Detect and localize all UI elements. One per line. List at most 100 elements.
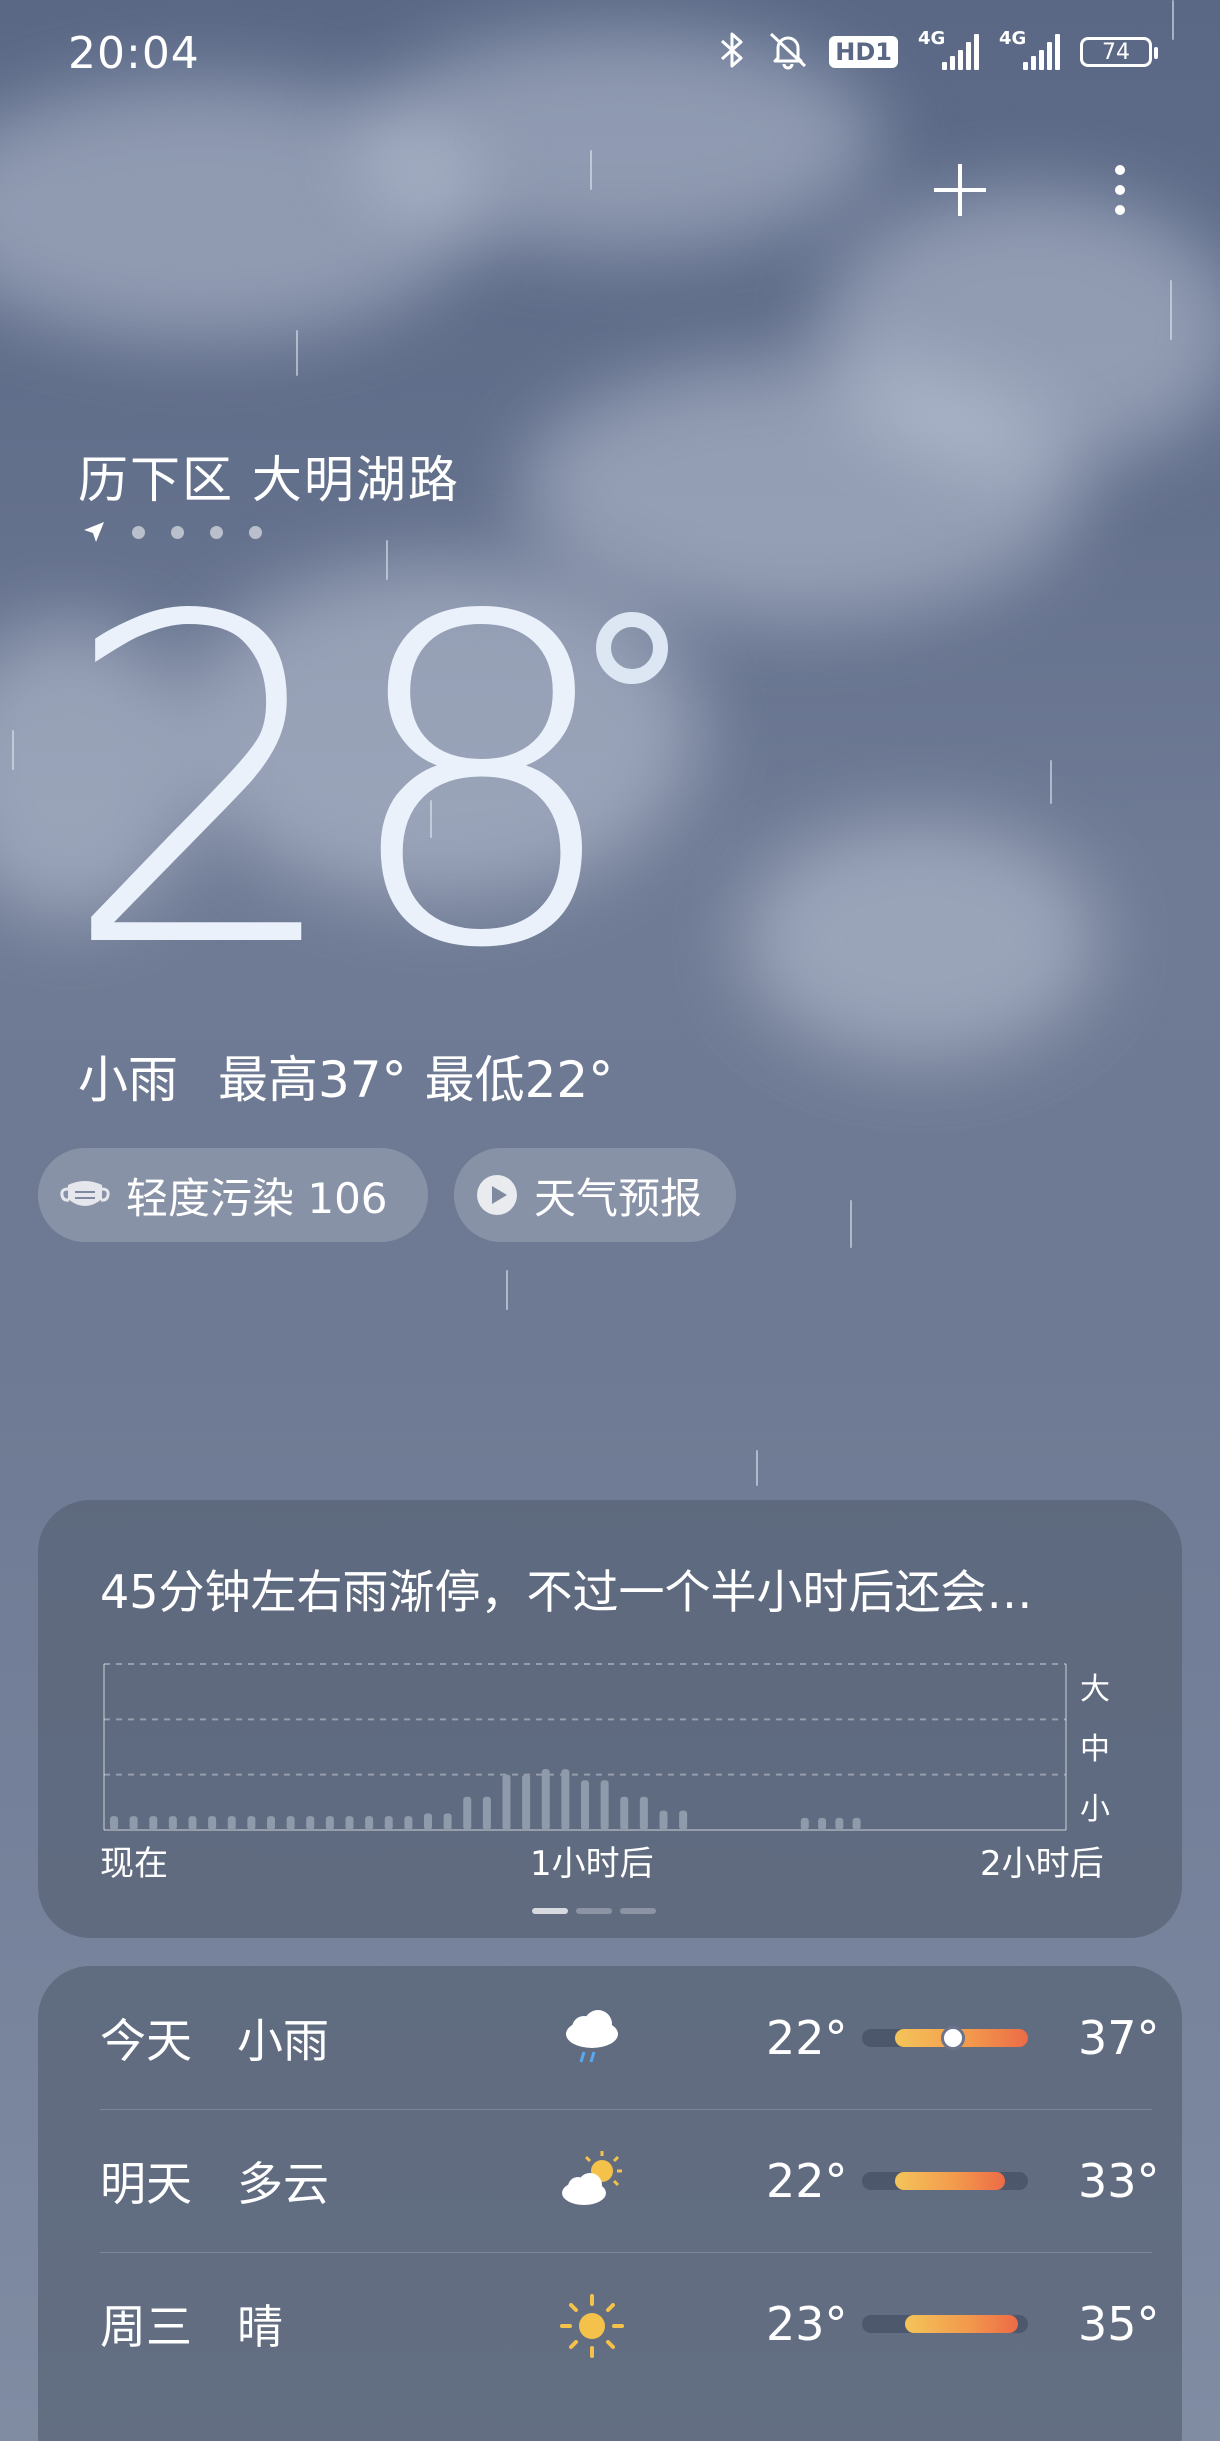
condition-summary: 小雨 最高37° 最低22° [78,1040,613,1112]
card-page-indicator [532,1908,656,1914]
rain-streak [756,1450,758,1486]
high-low: 最高37° 最低22° [218,1040,613,1112]
precipitation-bar [502,1774,511,1830]
card-page-dot [620,1908,656,1914]
air-quality-label: 轻度污染 106 [126,1173,388,1223]
rain-streak [506,1270,508,1310]
precipitation-bar [208,1816,217,1830]
precipitation-bar [561,1769,570,1830]
precipitation-bar [227,1816,236,1830]
forecast-day: 明天 [100,2156,192,2211]
add-city-button[interactable] [930,160,990,220]
precipitation-bar [541,1769,550,1830]
precipitation-bar [639,1796,648,1830]
daily-forecast-card: 今天 小雨 22° 37° 明天 多云 22° 33° 周三 晴 23° 35° [38,1966,1182,2441]
precipitation-bar [188,1816,197,1830]
forecast-video-button[interactable]: 天气预报 [454,1148,736,1242]
clock: 20:04 [68,28,200,79]
precipitation-bar [267,1816,275,1830]
precipitation-bar [149,1816,158,1830]
play-circle-icon [477,1175,517,1215]
precipitation-bar [404,1816,413,1830]
degree-symbol [596,612,668,684]
precipitation-bar [852,1817,861,1830]
background-cloud [740,820,1100,1060]
partly-cloudy-icon [556,2147,628,2219]
current-condition: 小雨 [78,1051,178,1109]
network-type-label: 4G [999,28,1027,49]
top-actions [930,160,1150,220]
y-tick-label: 小 [1080,1792,1110,1827]
location-name[interactable]: 历下区 大明湖路 [78,440,460,512]
y-tick-label: 大 [1080,1672,1110,1707]
precipitation-bar [659,1810,668,1830]
rain-streak [1170,280,1172,340]
precipitation-bar [286,1816,295,1830]
precipitation-bar [600,1780,609,1830]
precipitation-chart: 现在 1小时后 2小时后 大 中 小 [100,1650,1116,1890]
x-tick-label: 1小时后 [530,1844,654,1884]
forecast-row-today[interactable]: 今天 小雨 22° 37° [100,1966,1160,2109]
rain-streak [296,330,298,376]
precipitation-bar [463,1796,472,1830]
more-vertical-icon [1115,165,1125,215]
y-tick-label: 中 [1080,1732,1110,1767]
low-temperature: 最低22° [424,1051,614,1109]
x-tick-label: 现在 [100,1844,168,1884]
rain-streak [850,1200,852,1248]
precipitation-bar [443,1813,452,1830]
precipitation-bar [482,1796,491,1830]
mute-bell-icon [767,30,809,74]
network-type-label: 4G [918,28,946,49]
precipitation-bar [818,1817,827,1830]
precipitation-bar [129,1816,138,1830]
more-options-button[interactable] [1090,160,1150,220]
precipitation-summary: 45分钟左右雨渐停，不过一个半小时后还会… [100,1565,1033,1619]
temperature-range-bar [862,2026,1028,2050]
forecast-low: 22° [766,2010,848,2065]
forecast-day: 周三 [100,2299,192,2354]
precipitation-bar [679,1810,688,1830]
weather-screen: 20:04 HD1 4G 4G 74 历下区 大明湖路 28 小雨 最高37° … [0,0,1220,2441]
face-mask-icon [60,1181,110,1206]
card-page-dot [532,1908,568,1914]
forecast-high: 37° [1078,2010,1160,2065]
rain-streak [590,150,592,190]
cloud-rain-icon [556,2004,628,2076]
precipitation-bar [325,1816,334,1830]
air-quality-button[interactable]: 轻度污染 106 [38,1148,428,1242]
high-temperature: 最高37° [218,1051,407,1109]
forecast-condition: 晴 [237,2299,283,2354]
battery-icon: 74 [1080,37,1158,67]
temperature-range-fill [905,2315,1019,2333]
forecast-row-wednesday[interactable]: 周三 晴 23° 35° [100,2252,1160,2395]
precipitation-card[interactable]: 45分钟左右雨渐停，不过一个半小时后还会… 现在 1小时后 2小时后 大 中 小 [38,1500,1182,1938]
precipitation-bar [620,1796,629,1830]
forecast-low: 22° [766,2153,848,2208]
battery-level: 74 [1102,39,1130,65]
status-bar: 20:04 HD1 4G 4G 74 [0,0,1220,110]
hd-voice-badge: HD1 [829,36,898,68]
bluetooth-icon [717,30,747,74]
precipitation-bar [424,1813,432,1830]
rain-streak [12,730,14,770]
forecast-row-tomorrow[interactable]: 明天 多云 22° 33° [100,2109,1160,2252]
forecast-day: 今天 [100,2013,192,2068]
precipitation-bar [110,1816,118,1830]
precipitation-bar [168,1816,177,1830]
x-tick-label: 2小时后 [980,1844,1104,1884]
precipitation-bar [835,1817,844,1830]
temperature-range-fill [895,2172,1005,2190]
temperature-range-bar [862,2315,1028,2333]
precipitation-bar [581,1780,589,1830]
precipitation-bar [306,1816,315,1830]
status-icons: HD1 4G 4G 74 [717,28,1158,74]
rain-streak [1050,760,1052,804]
plus-icon [934,164,986,216]
forecast-label: 天气预报 [534,1173,703,1223]
precipitation-bar [800,1817,809,1830]
sun-icon [556,2290,628,2362]
forecast-condition: 多云 [237,2156,329,2211]
precipitation-bar [247,1816,256,1830]
forecast-high: 33° [1078,2153,1160,2208]
